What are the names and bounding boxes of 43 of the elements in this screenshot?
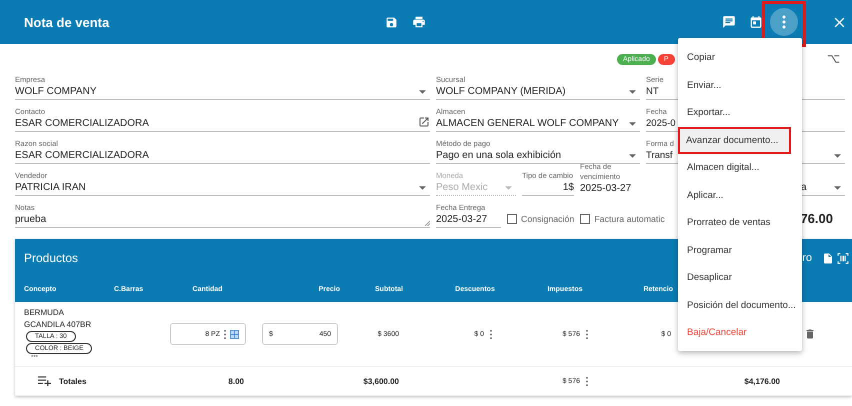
- dropdown-arrow-icon[interactable]: [834, 154, 841, 158]
- menu-item[interactable]: Desaplicar: [678, 264, 802, 292]
- barcode-scan-icon[interactable]: [836, 252, 850, 264]
- open-external-icon[interactable]: [418, 116, 430, 128]
- header-text: ro: [802, 252, 812, 264]
- menu-item[interactable]: Posición del documento...: [678, 292, 802, 319]
- total-quantity: 8.00: [227, 376, 245, 386]
- menu-item[interactable]: Prorrateo de ventas: [678, 209, 802, 236]
- grand-total: $4,176.00: [743, 376, 781, 386]
- calendar-icon[interactable]: [749, 15, 763, 29]
- delete-icon[interactable]: [804, 327, 816, 341]
- dropdown-arrow-icon[interactable]: [629, 90, 636, 94]
- branch-icon[interactable]: [826, 54, 840, 64]
- add-list-icon[interactable]: [38, 376, 51, 386]
- close-icon[interactable]: [833, 16, 846, 28]
- section-title: Productos: [24, 251, 80, 265]
- total-amount: 76.00: [800, 211, 833, 228]
- menu-item[interactable]: Avanzar documento...: [678, 126, 791, 154]
- checkbox[interactable]: Consignación: [507, 214, 574, 228]
- excel-file-icon[interactable]: [822, 252, 834, 264]
- totals-label: Totales: [59, 376, 86, 386]
- window-title: Nota de venta: [24, 14, 110, 30]
- checkbox[interactable]: Factura automatic: [580, 214, 665, 228]
- menu-item[interactable]: Exportar...: [678, 99, 802, 126]
- total-subtotal: $3,600.00: [362, 376, 400, 386]
- more-icon[interactable]: [770, 8, 798, 36]
- print-icon[interactable]: [412, 15, 426, 29]
- menu-item[interactable]: Almacen digital...: [678, 154, 802, 182]
- product-name: BERMUDA: [24, 307, 64, 318]
- save-icon[interactable]: [385, 16, 398, 28]
- product-name: GCANDILA 407BR: [24, 319, 92, 330]
- menu-item[interactable]: Copiar: [678, 44, 802, 72]
- dropdown-arrow-icon[interactable]: [629, 154, 636, 158]
- dropdown-arrow-icon[interactable]: [629, 122, 636, 126]
- comment-icon[interactable]: [722, 15, 736, 29]
- menu-item[interactable]: Enviar...: [678, 72, 802, 99]
- calculator-icon[interactable]: [230, 330, 239, 338]
- menu-item[interactable]: Baja/Cancelar: [678, 319, 802, 346]
- menu-item[interactable]: Programar: [678, 236, 802, 264]
- resize-handle-icon[interactable]: [425, 221, 430, 226]
- dropdown-arrow-icon[interactable]: [419, 186, 426, 190]
- dropdown-arrow-icon[interactable]: [834, 186, 841, 190]
- dropdown-arrow-icon[interactable]: [419, 90, 426, 94]
